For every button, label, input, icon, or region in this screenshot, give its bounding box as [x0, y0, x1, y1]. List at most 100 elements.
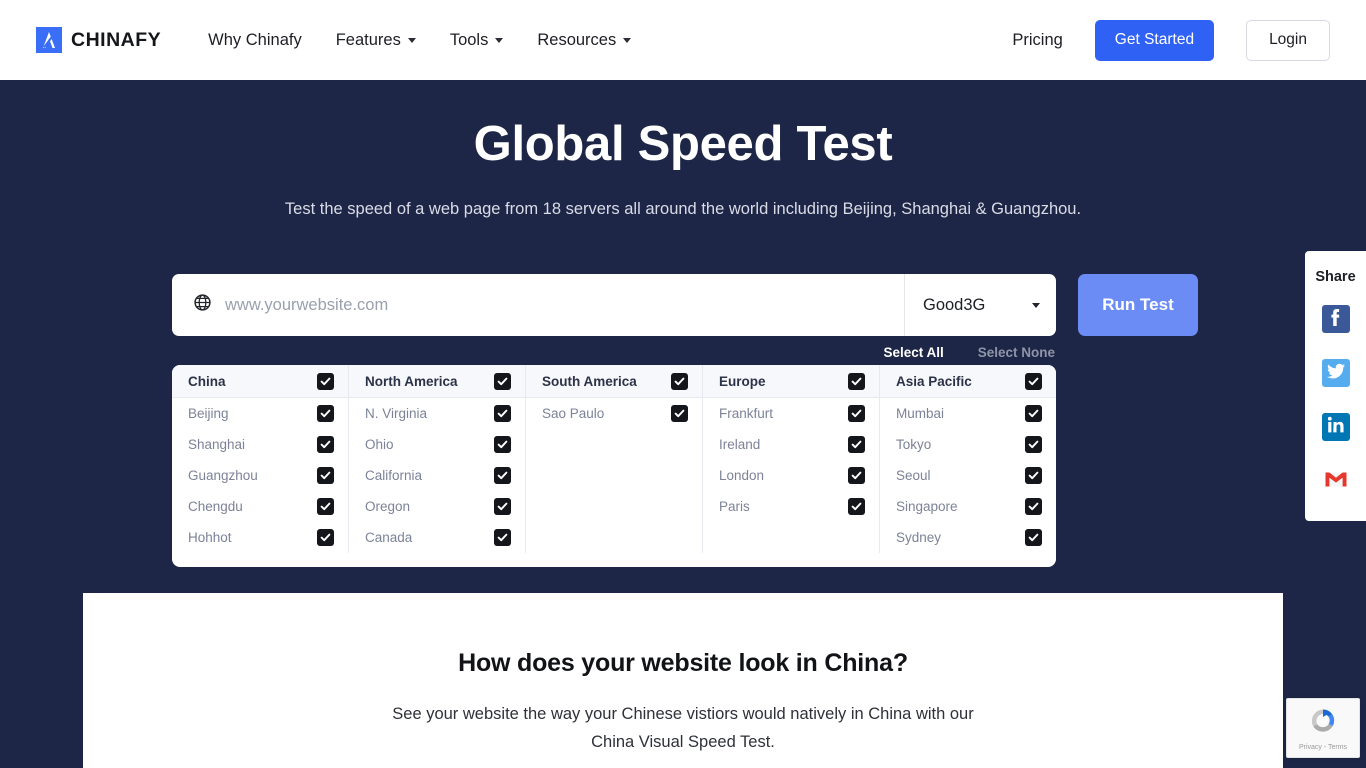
share-title: Share [1315, 269, 1356, 285]
recaptcha-badge[interactable]: Privacy - Terms [1286, 698, 1360, 758]
city-checkbox[interactable] [1025, 498, 1042, 515]
region-header-cell: South America [526, 365, 702, 398]
city-checkbox[interactable] [1025, 467, 1042, 484]
city-row-empty [526, 460, 702, 491]
city-name: Canada [365, 530, 413, 545]
get-started-button[interactable]: Get Started [1094, 19, 1215, 61]
city-name: Seoul [896, 468, 931, 483]
city-checkbox[interactable] [317, 529, 334, 546]
share-twitter-button[interactable] [1321, 357, 1350, 390]
city-checkbox[interactable] [848, 405, 865, 422]
brand-name: CHINAFY [71, 28, 162, 51]
city-checkbox[interactable] [1025, 529, 1042, 546]
chevron-down-icon [1032, 302, 1040, 308]
share-linkedin-button[interactable] [1321, 413, 1350, 441]
login-button[interactable]: Login [1246, 19, 1330, 61]
share-facebook-button[interactable] [1321, 303, 1350, 336]
city-name: Beijing [188, 406, 229, 421]
city-name: Oregon [365, 499, 411, 514]
city-checkbox[interactable] [1025, 436, 1042, 453]
share-rail: Share [1305, 251, 1366, 521]
twitter-icon [1322, 357, 1350, 390]
nav-item-why-chinafy[interactable]: Why Chinafy [208, 31, 302, 50]
city-name: Tokyo [896, 437, 932, 452]
city-checkbox[interactable] [494, 405, 511, 422]
table-bottom-padding [172, 553, 1056, 567]
city-row-empty [526, 491, 702, 522]
city-name: N. Virginia [365, 406, 428, 421]
region-column: North America N. Virginia Ohio California Or… [349, 365, 526, 553]
city-row: Oregon [349, 491, 525, 522]
region-checkbox[interactable] [494, 372, 511, 390]
city-checkbox[interactable] [848, 498, 865, 515]
region-checkbox[interactable] [671, 372, 688, 390]
region-column: Asia Pacific Mumbai Tokyo Seoul Singapore Syd… [880, 365, 1056, 553]
page-title: Global Speed Test [473, 117, 893, 171]
region-checkbox[interactable] [317, 372, 334, 390]
city-checkbox[interactable] [494, 467, 511, 484]
city-checkbox[interactable] [317, 467, 334, 484]
city-row: Sydney [880, 522, 1056, 553]
region-column: China Beijing Shanghai Guangzhou Chengdu Hohh… [172, 365, 349, 553]
city-row: Mumbai [880, 398, 1056, 429]
header-actions: Pricing Get Started Login [1012, 19, 1330, 61]
url-input[interactable] [225, 274, 904, 336]
city-row: Shanghai [172, 429, 348, 460]
city-name: Shanghai [188, 437, 246, 452]
city-name: Chengdu [188, 499, 243, 514]
select-all-button[interactable]: Select All [883, 345, 943, 360]
region-column: South America Sao Paulo [526, 365, 703, 553]
facebook-icon [1322, 303, 1350, 336]
run-test-button[interactable]: Run Test [1078, 274, 1198, 336]
nav-label: Features [335, 30, 401, 49]
panel-title: How does your website look in China? [458, 649, 908, 677]
region-header-cell: North America [349, 365, 525, 398]
city-checkbox[interactable] [848, 436, 865, 453]
speed-test-form: Good3G Run Test [172, 274, 1198, 336]
main-navigation: Why Chinafy Features Tools Resources [208, 31, 632, 50]
city-name: Singapore [896, 499, 958, 514]
city-name: California [365, 468, 423, 483]
nav-item-features[interactable]: Features [336, 31, 416, 50]
region-header-cell: Europe [703, 365, 879, 398]
region-column: Europe Frankfurt Ireland London Paris [703, 365, 880, 553]
network-speed-value: Good3G [923, 295, 986, 314]
city-name: London [719, 468, 765, 483]
city-name: Guangzhou [188, 468, 258, 483]
nav-item-pricing[interactable]: Pricing [1012, 31, 1062, 50]
city-checkbox[interactable] [494, 529, 511, 546]
city-row: Frankfurt [703, 398, 879, 429]
city-name: Paris [719, 499, 750, 514]
recaptcha-privacy-terms: Privacy - Terms [1298, 744, 1348, 751]
city-row: Ohio [349, 429, 525, 460]
city-name: Sydney [896, 530, 942, 545]
city-checkbox[interactable] [671, 405, 688, 422]
city-row-empty [526, 522, 702, 553]
city-checkbox[interactable] [848, 467, 865, 484]
city-checkbox[interactable] [1025, 405, 1042, 422]
network-speed-select[interactable]: Good3G [904, 274, 1056, 336]
globe-icon [194, 294, 211, 316]
share-gmail-button[interactable] [1321, 467, 1350, 495]
city-checkbox[interactable] [317, 498, 334, 515]
region-header-cell: Asia Pacific [880, 365, 1056, 398]
city-row: Paris [703, 491, 879, 522]
nav-label: Why Chinafy [208, 30, 302, 49]
region-checkbox[interactable] [848, 372, 865, 390]
city-name: Sao Paulo [542, 406, 605, 421]
city-checkbox[interactable] [317, 405, 334, 422]
region-checkbox[interactable] [1025, 372, 1042, 390]
nav-item-tools[interactable]: Tools [450, 31, 504, 50]
city-row: Beijing [172, 398, 348, 429]
city-checkbox[interactable] [494, 498, 511, 515]
select-none-button[interactable]: Select None [978, 345, 1055, 360]
brand-logo[interactable]: CHINAFY [36, 27, 161, 53]
city-name: Ireland [719, 437, 761, 452]
visual-speed-test-panel: How does your website look in China? See… [83, 593, 1283, 768]
city-checkbox[interactable] [317, 436, 334, 453]
nav-item-resources[interactable]: Resources [537, 31, 632, 50]
city-checkbox[interactable] [494, 436, 511, 453]
city-row-empty [526, 429, 702, 460]
city-name: Ohio [365, 437, 394, 452]
panel-description-line2: China Visual Speed Test. [591, 733, 775, 751]
